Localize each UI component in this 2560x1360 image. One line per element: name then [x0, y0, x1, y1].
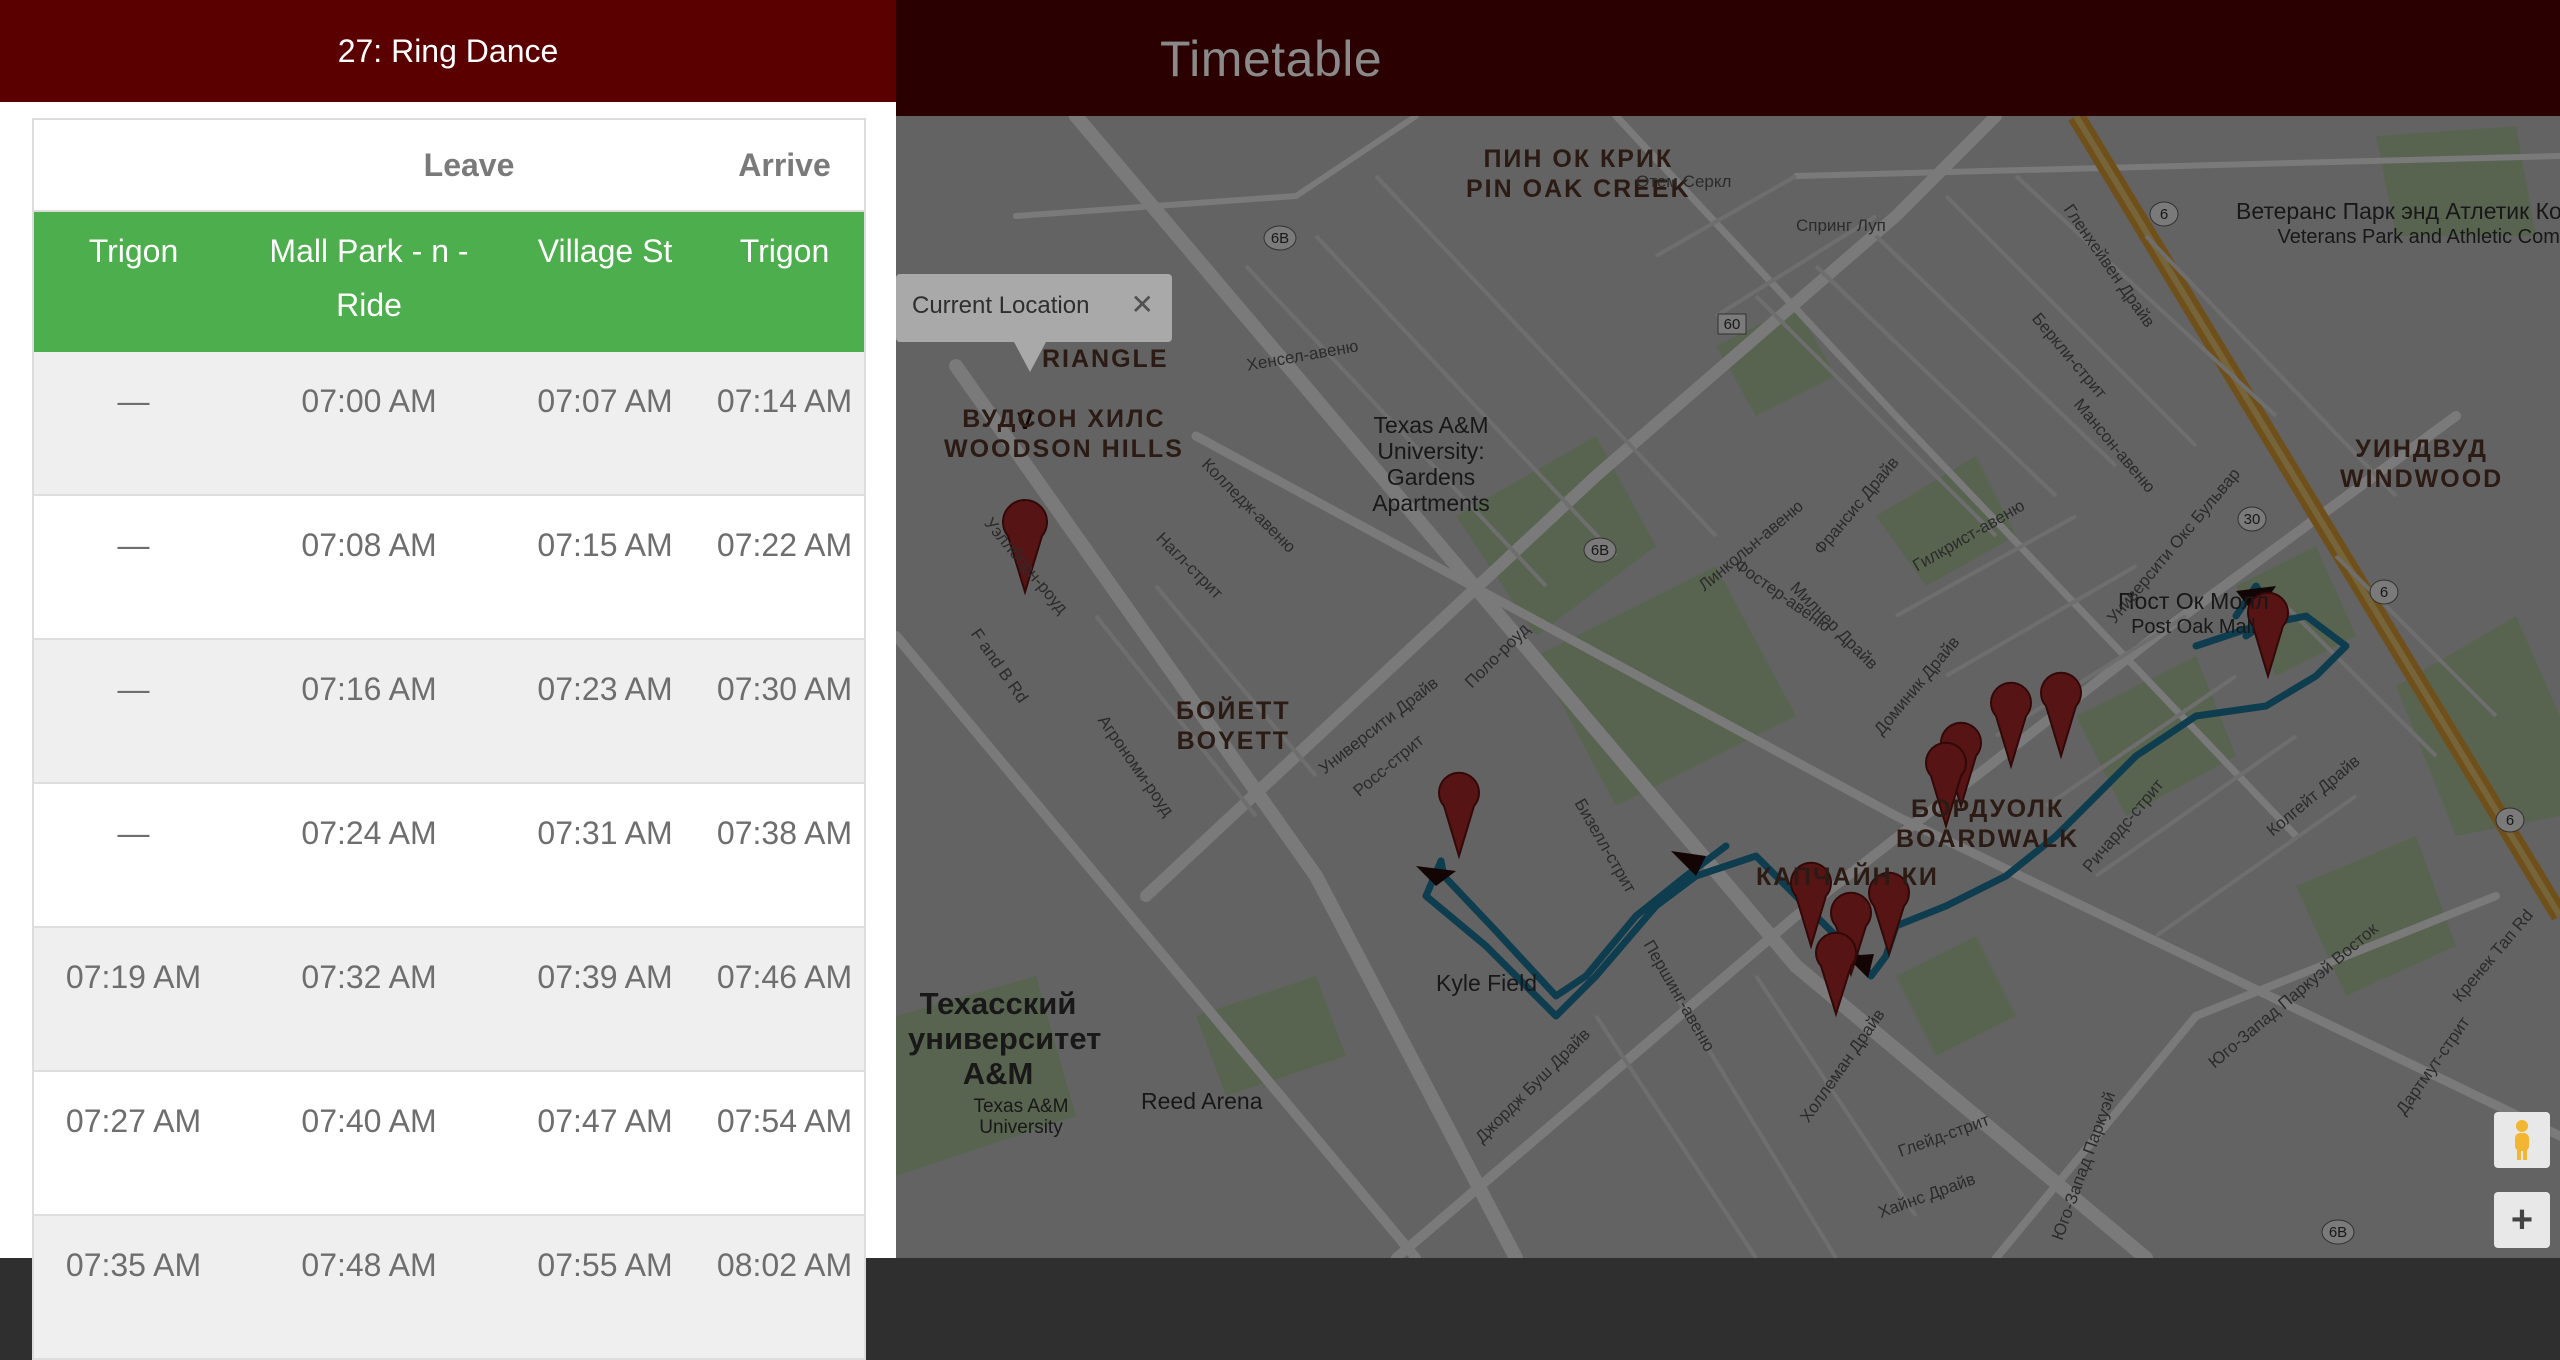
- time-cell: 07:19 AM: [33, 927, 233, 1072]
- time-cell: 07:27 AM: [33, 1071, 233, 1216]
- svg-text:6: 6: [2506, 812, 2514, 829]
- table-row: — 07:16 AM 07:23 AM 07:30 AM: [33, 639, 866, 784]
- current-location-label: Current Location: [912, 292, 1090, 319]
- table-row: 07:19 AM 07:32 AM 07:39 AM 07:46 AM: [33, 927, 866, 1072]
- time-cell: —: [33, 783, 233, 928]
- time-cell: 07:40 AM: [233, 1071, 505, 1216]
- close-icon[interactable]: ✕: [1131, 288, 1154, 321]
- table-row: 07:35 AM 07:48 AM 07:55 AM 08:02 AM: [33, 1215, 866, 1360]
- time-cell: 07:22 AM: [705, 495, 866, 640]
- time-cell: 07:46 AM: [705, 927, 866, 1072]
- time-cell: 07:54 AM: [705, 1071, 866, 1216]
- timetable-panel: 27: Ring Dance Leave Arrive Trigon Mall …: [0, 0, 896, 1360]
- svg-text:6: 6: [2380, 584, 2388, 601]
- time-cell: 08:02 AM: [705, 1215, 866, 1360]
- page-title: Timetable: [1160, 31, 1383, 87]
- svg-text:30: 30: [2244, 511, 2261, 528]
- stop-header: Trigon: [705, 211, 866, 352]
- svg-text:6B: 6B: [1591, 542, 1609, 559]
- table-row: — 07:08 AM 07:15 AM 07:22 AM: [33, 495, 866, 640]
- time-cell: 07:31 AM: [505, 783, 706, 928]
- table-row: — 07:24 AM 07:31 AM 07:38 AM: [33, 783, 866, 928]
- stop-header: Mall Park - n - Ride: [233, 211, 505, 352]
- route-title: 27: Ring Dance: [0, 0, 896, 102]
- empty-group-header: [33, 118, 233, 212]
- timetable-table: Leave Arrive Trigon Mall Park - n - Ride…: [32, 118, 867, 1360]
- time-cell: 07:08 AM: [233, 495, 505, 640]
- arrive-group-header: Arrive: [705, 118, 866, 212]
- time-cell: —: [33, 495, 233, 640]
- svg-text:60: 60: [1724, 316, 1741, 333]
- table-row: 07:27 AM 07:40 AM 07:47 AM 07:54 AM: [33, 1071, 866, 1216]
- stop-header: Trigon: [33, 211, 233, 352]
- table-row: — 07:00 AM 07:07 AM 07:14 AM: [33, 352, 866, 496]
- time-cell: 07:39 AM: [505, 927, 706, 1072]
- time-cell: 07:47 AM: [505, 1071, 706, 1216]
- timetable-table-wrap[interactable]: Leave Arrive Trigon Mall Park - n - Ride…: [32, 118, 867, 1360]
- street-view-pegman-icon[interactable]: [2494, 1112, 2550, 1168]
- time-cell: 07:16 AM: [233, 639, 505, 784]
- time-cell: 07:48 AM: [233, 1215, 505, 1360]
- time-cell: 07:14 AM: [705, 352, 866, 496]
- svg-text:6: 6: [2160, 206, 2168, 223]
- stop-header: Village St: [505, 211, 706, 352]
- zoom-in-button[interactable]: +: [2494, 1192, 2550, 1248]
- current-location-popup: Current Location ✕: [896, 274, 1172, 372]
- leave-group-header: Leave: [233, 118, 706, 212]
- time-cell: 07:35 AM: [33, 1215, 233, 1360]
- time-cell: 07:30 AM: [705, 639, 866, 784]
- time-cell: 07:55 AM: [505, 1215, 706, 1360]
- time-cell: 07:00 AM: [233, 352, 505, 496]
- time-cell: —: [33, 639, 233, 784]
- svg-text:6B: 6B: [2329, 1224, 2347, 1241]
- time-cell: 07:32 AM: [233, 927, 505, 1072]
- time-cell: 07:38 AM: [705, 783, 866, 928]
- popup-tail: [1014, 342, 1046, 372]
- time-cell: 07:23 AM: [505, 639, 706, 784]
- time-cell: 07:24 AM: [233, 783, 505, 928]
- time-cell: 07:15 AM: [505, 495, 706, 640]
- time-cell: 07:07 AM: [505, 352, 706, 496]
- svg-text:6B: 6B: [1271, 230, 1289, 247]
- time-cell: —: [33, 352, 233, 496]
